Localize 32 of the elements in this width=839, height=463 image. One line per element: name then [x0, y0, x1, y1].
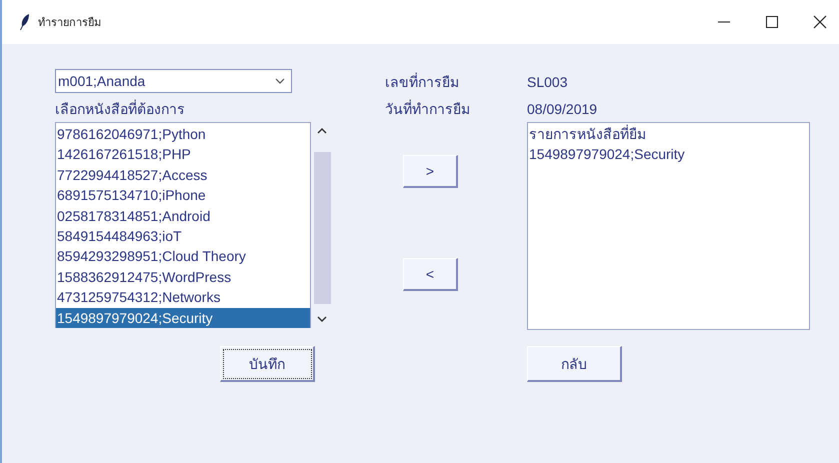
chevron-down-icon — [275, 78, 285, 84]
book-list-item[interactable]: 1549897979024;Security — [56, 308, 310, 328]
book-list-item[interactable]: 9786162046971;Python — [56, 124, 310, 144]
scroll-up-icon[interactable] — [317, 128, 327, 134]
loan-date-value: 08/09/2019 — [527, 100, 598, 116]
book-list-item[interactable]: 5849154484963;ioT — [56, 226, 310, 246]
book-list-item[interactable]: 1588362912475;WordPress — [56, 266, 310, 288]
book-list-label: เลือกหนังสือที่ต้องการ — [55, 98, 186, 118]
borrowed-list-line: 1549897979024;Security — [529, 145, 686, 164]
book-list-item[interactable]: 7722994418527;Access — [56, 164, 310, 186]
maximize-icon[interactable] — [765, 15, 779, 29]
member-dropdown[interactable]: m001;Ananda — [55, 69, 292, 93]
window-title: ทำรายการยืม — [38, 16, 101, 31]
borrowed-list-box[interactable]: รายการหนังสือที่ยืม 1549897979024;Security — [527, 122, 810, 330]
scroll-down-icon[interactable] — [317, 316, 327, 322]
loan-number-value: SL003 — [527, 74, 568, 90]
loan-date-label: วันที่ทำการยืม — [385, 98, 471, 118]
move-button[interactable]: < — [403, 258, 458, 291]
borrowed-list-line: รายการหนังสือที่ยืม — [529, 124, 647, 144]
back-button[interactable]: กลับ — [527, 346, 622, 382]
book-list-item[interactable]: 8594293298951;Cloud Theory — [56, 246, 310, 267]
scrollbar-thumb[interactable] — [314, 152, 330, 304]
move-button[interactable]: > — [403, 155, 458, 188]
book-list-item[interactable]: 6891575134710;iPhone — [56, 185, 310, 206]
feather-icon — [20, 14, 30, 30]
close-icon[interactable] — [813, 15, 827, 29]
book-list-item[interactable]: 0258178314851;Android — [56, 206, 310, 226]
book-listbox[interactable] — [55, 122, 311, 328]
save-button[interactable]: บันทึก — [220, 346, 315, 382]
book-list-item[interactable]: 1426167261518;PHP — [56, 144, 310, 165]
book-list-item[interactable]: 4731259754312;Networks — [56, 287, 310, 308]
loan-number-label: เลขที่การยืม — [385, 72, 460, 92]
